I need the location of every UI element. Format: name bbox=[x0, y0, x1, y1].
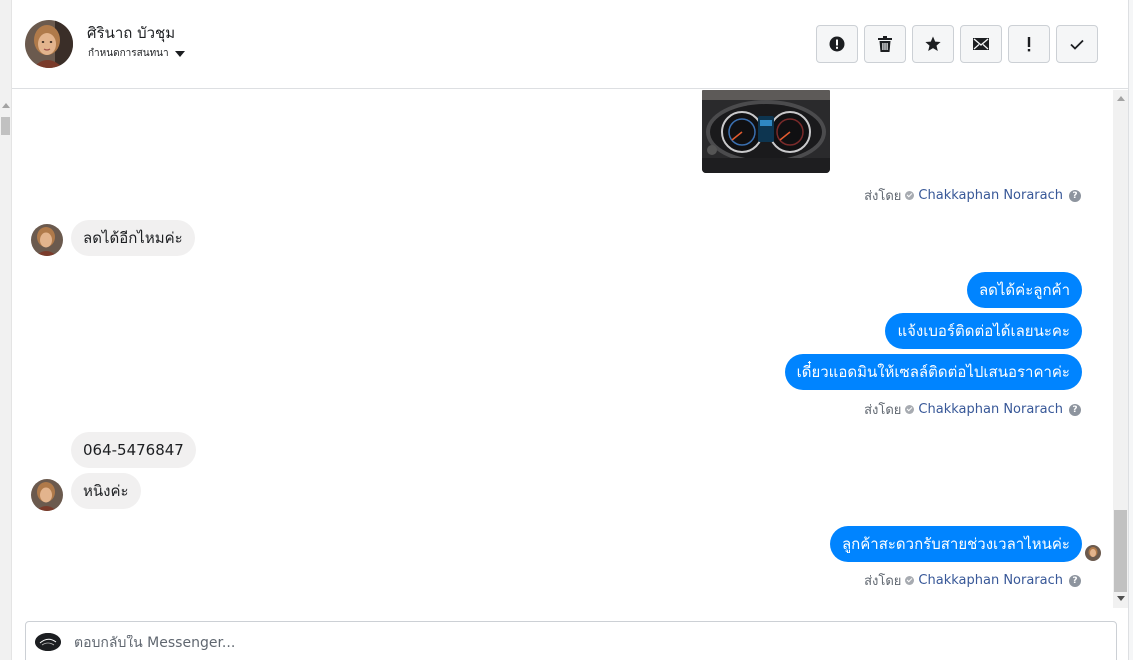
verified-check-icon bbox=[905, 576, 915, 585]
seen-indicator-avatar bbox=[1085, 545, 1101, 561]
exclamation-icon bbox=[1027, 37, 1031, 52]
help-question-icon[interactable]: ? bbox=[1069, 189, 1081, 202]
incoming-message[interactable]: ลดได้อีกไหมค่ะ bbox=[71, 220, 195, 256]
check-icon bbox=[1070, 39, 1084, 50]
follow-up-button[interactable] bbox=[1008, 25, 1050, 63]
sent-by-line-1: ส่งโดย Chakkaphan Norarach ? bbox=[864, 185, 1081, 206]
incoming-message[interactable]: 064-5476847 bbox=[71, 432, 196, 468]
mark-spam-button[interactable] bbox=[816, 25, 858, 63]
contact-avatar-small[interactable] bbox=[31, 479, 63, 511]
verified-check-icon bbox=[905, 191, 915, 200]
star-icon bbox=[925, 36, 941, 51]
sent-by-label: ส่งโดย bbox=[864, 574, 902, 589]
sent-by-line-3: ส่งโดย Chakkaphan Norarach ? bbox=[864, 570, 1081, 591]
page-logo-icon bbox=[35, 633, 61, 651]
sent-by-label: ส่งโดย bbox=[864, 189, 902, 204]
scroll-down-arrow-icon[interactable] bbox=[1117, 596, 1125, 601]
conversation-header: ศิรินาถ บัวชุม กำหนดการสนทนา bbox=[12, 0, 1128, 89]
reply-composer bbox=[25, 621, 1117, 660]
messenger-inbox-window: ศิรินาถ บัวชุม กำหนดการสนทนา ส่งโดย Chak… bbox=[0, 0, 1133, 660]
trash-icon bbox=[878, 36, 892, 52]
scroll-up-arrow-icon[interactable] bbox=[2, 103, 10, 108]
contact-name: ศิรินาถ บัวชุม bbox=[87, 24, 176, 42]
scroll-up-arrow-icon[interactable] bbox=[1117, 96, 1125, 101]
conversation-toolbar bbox=[816, 25, 1098, 63]
thread-scrollbar[interactable] bbox=[1113, 90, 1128, 608]
sender-name-link[interactable]: Chakkaphan Norarach bbox=[918, 188, 1063, 203]
sent-by-label: ส่งโดย bbox=[864, 403, 902, 418]
panel-edge bbox=[1128, 0, 1133, 660]
sender-name-link[interactable]: Chakkaphan Norarach bbox=[918, 402, 1063, 417]
star-button[interactable] bbox=[912, 25, 954, 63]
sent-by-line-2: ส่งโดย Chakkaphan Norarach ? bbox=[864, 399, 1081, 420]
reply-input[interactable] bbox=[74, 635, 974, 651]
scrollbar-thumb[interactable] bbox=[1114, 510, 1127, 592]
outgoing-message[interactable]: แจ้งเบอร์ติดต่อได้เลยนะคะ bbox=[885, 313, 1082, 349]
outgoing-message[interactable]: ลดได้ค่ะลูกค้า bbox=[966, 272, 1082, 308]
conversation-settings-dropdown[interactable]: กำหนดการสนทนา bbox=[88, 46, 185, 61]
outgoing-message[interactable]: ลูกค้าสะดวกรับสายช่วงเวลาไหนค่ะ bbox=[829, 526, 1082, 562]
caret-down-icon bbox=[174, 50, 185, 57]
envelope-icon bbox=[973, 38, 989, 50]
help-question-icon[interactable]: ? bbox=[1069, 403, 1081, 416]
alert-circle-icon bbox=[829, 36, 845, 52]
message-thread[interactable]: ส่งโดย Chakkaphan Norarach ? ลดได้อีกไหม… bbox=[12, 90, 1113, 608]
mark-done-button[interactable] bbox=[1056, 25, 1098, 63]
conversation-settings-label: กำหนดการสนทนา bbox=[88, 48, 169, 59]
scrollbar-thumb[interactable] bbox=[1, 117, 10, 135]
page-scrollbar[interactable] bbox=[0, 0, 12, 660]
verified-check-icon bbox=[905, 405, 915, 414]
delete-button[interactable] bbox=[864, 25, 906, 63]
mark-unread-button[interactable] bbox=[960, 25, 1002, 63]
outgoing-message[interactable]: เดี๋ยวแอดมินให้เซลล์ติดต่อไปเสนอราคาค่ะ bbox=[784, 354, 1082, 390]
sender-name-link[interactable]: Chakkaphan Norarach bbox=[918, 573, 1063, 588]
help-question-icon[interactable]: ? bbox=[1069, 574, 1081, 587]
incoming-message[interactable]: หนิงค่ะ bbox=[71, 473, 141, 509]
car-dashboard-photo[interactable] bbox=[702, 90, 830, 173]
contact-avatar[interactable] bbox=[25, 20, 73, 68]
contact-avatar-small[interactable] bbox=[31, 224, 63, 256]
